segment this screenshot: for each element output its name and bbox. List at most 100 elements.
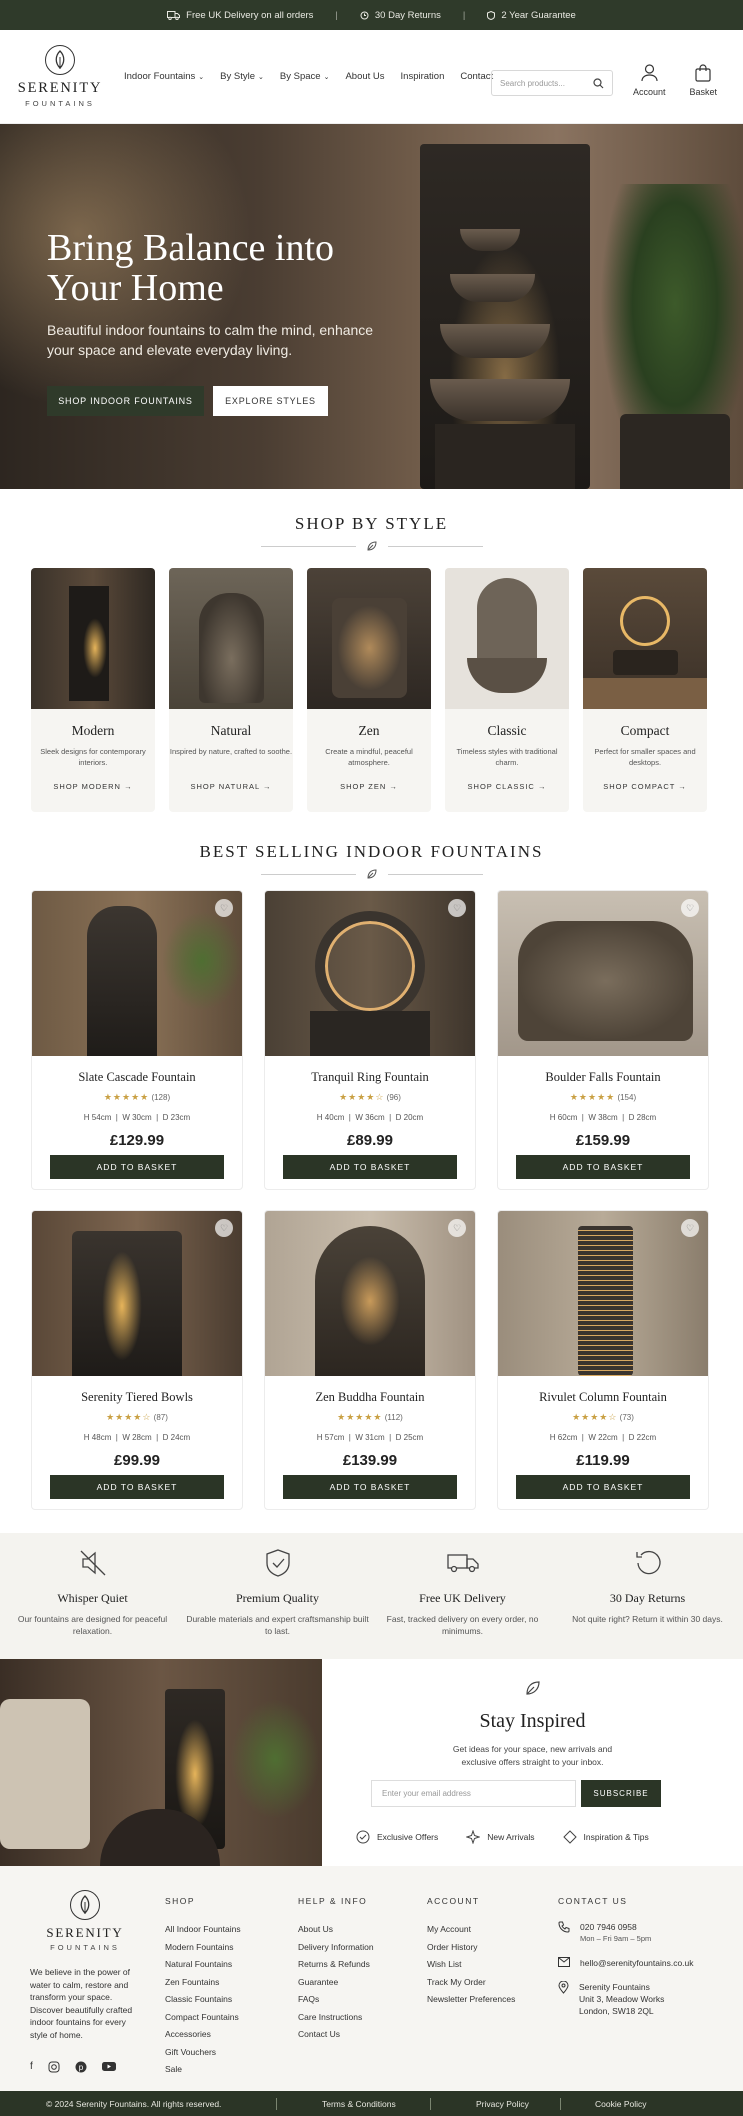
returns-text: 30 Day Returns [374, 9, 441, 21]
product-card[interactable]: ♡ Zen Buddha Fountain ★★★★★ (112) H 57cm… [264, 1210, 476, 1510]
brand-tagline: FOUNTAINS [25, 99, 95, 108]
announcement-bar: Free UK Delivery on all orders | 30 Day … [0, 0, 743, 30]
heart-icon[interactable]: ♡ [681, 1219, 699, 1237]
footer-link[interactable]: Care Instructions [298, 2009, 374, 2027]
arrow-right-icon: → [389, 782, 398, 791]
contact-email[interactable]: hello@serenityfountains.co.uk [558, 1957, 694, 1969]
cookie-link[interactable]: Cookie Policy [595, 2099, 647, 2109]
instagram-icon[interactable] [48, 2061, 60, 2073]
account-button[interactable]: Account [633, 64, 665, 97]
style-card-compact[interactable]: Compact Perfect for smaller spaces and d… [583, 568, 707, 812]
style-card-natural[interactable]: Natural Inspired by nature, crafted to s… [169, 568, 293, 812]
add-to-basket-button[interactable]: ADD TO BASKET [283, 1475, 457, 1499]
footer-link[interactable]: Wish List [427, 1956, 515, 1974]
footer-link[interactable]: Order History [427, 1939, 515, 1957]
site-header: SERENITY FOUNTAINS Indoor Fountains ⌄ By … [0, 30, 743, 124]
nav-about-us[interactable]: About Us [345, 71, 384, 82]
heart-icon[interactable]: ♡ [215, 1219, 233, 1237]
footer-bottom-bar: © 2024 Serenity Fountains. All rights re… [0, 2091, 743, 2116]
add-to-basket-button[interactable]: ADD TO BASKET [516, 1155, 690, 1179]
terms-link[interactable]: Terms & Conditions [322, 2099, 396, 2109]
shop-zen-link[interactable]: SHOP ZEN → [307, 782, 431, 791]
footer-link[interactable]: Guarantee [298, 1974, 374, 1992]
footer-link[interactable]: Sale [165, 2061, 241, 2079]
product-dimensions: H 48cm | W 28cm | D 24cm [83, 1433, 191, 1442]
nav-indoor-fountains[interactable]: Indoor Fountains ⌄ [124, 71, 204, 82]
hero-subtitle: Beautiful indoor fountains to calm the m… [47, 322, 374, 358]
footer-link[interactable]: Returns & Refunds [298, 1956, 374, 1974]
product-image [498, 891, 708, 1056]
contact-phone[interactable]: 020 7946 0958 Mon – Fri 9am – 5pm [558, 1921, 694, 1945]
add-to-basket-button[interactable]: ADD TO BASKET [50, 1475, 224, 1499]
feature-desc: Our fountains are designed for peaceful … [17, 1614, 168, 1636]
chevron-down-icon: ⌄ [258, 73, 264, 81]
shop-natural-link[interactable]: SHOP NATURAL → [169, 782, 293, 791]
pinterest-icon[interactable]: p [75, 2061, 87, 2073]
footer-link[interactable]: Natural Fountains [165, 1956, 241, 1974]
product-image [32, 1211, 242, 1376]
style-card-modern[interactable]: Modern Sleek designs for contemporary in… [31, 568, 155, 812]
footer-link[interactable]: Track My Order [427, 1974, 515, 1992]
heart-icon[interactable]: ♡ [448, 899, 466, 917]
privacy-link[interactable]: Privacy Policy [476, 2099, 529, 2109]
footer-link[interactable]: My Account [427, 1921, 515, 1939]
footer-link[interactable]: FAQs [298, 1991, 374, 2009]
site-footer: SERENITY FOUNTAINS We believe in the pow… [0, 1866, 743, 2091]
footer-link[interactable]: Zen Fountains [165, 1974, 241, 1992]
add-to-basket-button[interactable]: ADD TO BASKET [516, 1475, 690, 1499]
nav-inspiration[interactable]: Inspiration [401, 71, 445, 82]
style-card-classic[interactable]: Classic Timeless styles with traditional… [445, 568, 569, 812]
youtube-icon[interactable] [101, 2061, 116, 2072]
footer-link[interactable]: Modern Fountains [165, 1939, 241, 1957]
footer-link[interactable]: Delivery Information [298, 1939, 374, 1957]
search-icon[interactable] [593, 77, 604, 89]
shop-modern-link[interactable]: SHOP MODERN → [31, 782, 155, 791]
shop-classic-link[interactable]: SHOP CLASSIC → [445, 782, 569, 791]
leaf-icon [366, 541, 377, 551]
footer-logo[interactable]: SERENITY FOUNTAINS [30, 1890, 140, 1952]
explore-styles-button[interactable]: EXPLORE STYLES [213, 386, 328, 416]
footer-link[interactable]: Newsletter Preferences [427, 1991, 515, 2009]
heart-icon[interactable]: ♡ [215, 899, 233, 917]
heart-icon[interactable]: ♡ [681, 899, 699, 917]
footer-link[interactable]: Contact Us [298, 2026, 374, 2044]
nav-by-style[interactable]: By Style ⌄ [220, 71, 264, 82]
footer-link[interactable]: About Us [298, 1921, 374, 1939]
heart-icon[interactable]: ♡ [448, 1219, 466, 1237]
product-card[interactable]: ♡ Boulder Falls Fountain ★★★★★ (154) H 6… [497, 890, 709, 1190]
style-image-modern [31, 568, 155, 709]
footer-link[interactable]: Gift Vouchers [165, 2044, 241, 2062]
footer-link[interactable]: All Indoor Fountains [165, 1921, 241, 1939]
style-card-zen[interactable]: Zen Create a mindful, peaceful atmospher… [307, 568, 431, 812]
basket-button[interactable]: Basket [689, 64, 717, 97]
product-card[interactable]: ♡ Rivulet Column Fountain ★★★★☆ (73) H 6… [497, 1210, 709, 1510]
product-name: Zen Buddha Fountain [315, 1390, 425, 1404]
nav-contact[interactable]: Contact [460, 71, 493, 82]
nav-by-space[interactable]: By Space ⌄ [280, 71, 330, 82]
shop-indoor-fountains-button[interactable]: SHOP INDOOR FOUNTAINS [47, 386, 204, 416]
product-card[interactable]: ♡ Tranquil Ring Fountain ★★★★☆ (96) H 40… [264, 890, 476, 1190]
feature-title: 30 Day Returns [609, 1591, 686, 1605]
product-card[interactable]: ♡ Slate Cascade Fountain ★★★★★ (128) H 5… [31, 890, 243, 1190]
style-image-zen [307, 568, 431, 709]
facebook-icon[interactable]: f [30, 2061, 33, 2073]
search-input[interactable]: Search products... [491, 70, 613, 96]
footer-link[interactable]: Classic Fountains [165, 1991, 241, 2009]
style-name: Modern [71, 723, 115, 738]
footer-link[interactable]: Compact Fountains [165, 2009, 241, 2027]
sparkle-icon [466, 1830, 481, 1844]
feature-returns: 30 Day Returns Not quite right? Return i… [555, 1548, 740, 1659]
product-card[interactable]: ♡ Serenity Tiered Bowls ★★★★☆ (87) H 48c… [31, 1210, 243, 1510]
footer-link[interactable]: Accessories [165, 2026, 241, 2044]
add-to-basket-button[interactable]: ADD TO BASKET [283, 1155, 457, 1179]
product-row: ♡ Serenity Tiered Bowls ★★★★☆ (87) H 48c… [31, 1210, 709, 1510]
email-field[interactable]: Enter your email address [371, 1780, 576, 1807]
style-name: Natural [210, 723, 252, 738]
product-rating: ★★★★★ (112) [337, 1412, 403, 1422]
add-to-basket-button[interactable]: ADD TO BASKET [50, 1155, 224, 1179]
shield-icon [487, 10, 496, 20]
subscribe-button[interactable]: SUBSCRIBE [581, 1780, 661, 1807]
logo[interactable]: SERENITY FOUNTAINS [18, 45, 102, 108]
product-dimensions: H 40cm | W 36cm | D 20cm [316, 1113, 424, 1122]
shop-compact-link[interactable]: SHOP COMPACT → [583, 782, 707, 791]
